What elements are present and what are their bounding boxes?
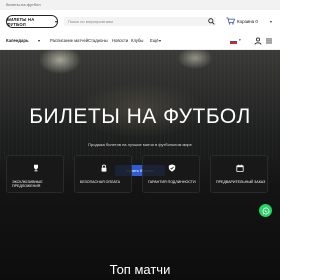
feature-card-authenticity: ГАРАНТИЯ ПОДЛИННОСТИ: [142, 155, 200, 193]
top-bar: билеты-на-футбол: [0, 0, 280, 10]
nav-item-stadiums[interactable]: Стадионы: [88, 38, 108, 43]
feature-label: БЕЗОПАСНАЯ ОПЛАТА: [80, 180, 121, 184]
lock-icon: [101, 164, 107, 172]
header: БИЛЕТЫ НА ФУТБОЛ ▾ Корзина 0 ▾: [0, 10, 280, 32]
logo-text: БИЛЕТЫ НА ФУТБОЛ: [7, 16, 35, 27]
chevron-down-icon[interactable]: ▾: [159, 38, 161, 43]
shield-icon: [168, 164, 176, 172]
section-title: Топ матчи: [109, 262, 171, 277]
search-input[interactable]: [64, 17, 216, 26]
hero-subtitle: Продажа билетов на лучшие матчи в футбол…: [88, 142, 192, 147]
cart-label[interactable]: Корзина 0: [237, 19, 258, 24]
user-icon[interactable]: [254, 37, 262, 45]
calendar-icon: [236, 164, 244, 172]
nav-item-news[interactable]: Новости: [112, 38, 128, 43]
menu-icon[interactable]: [266, 38, 272, 44]
cart-icon[interactable]: [226, 17, 235, 25]
nav-item-calendar[interactable]: Календарь: [6, 38, 29, 43]
feature-label: ПРЕДВАРИТЕЛЬНЫЙ ЗАКАЗ: [216, 180, 266, 184]
site-logo[interactable]: БИЛЕТЫ НА ФУТБОЛ ▾: [6, 15, 58, 28]
feature-card-secure-payment: БЕЗОПАСНАЯ ОПЛАТА: [74, 155, 132, 193]
feature-card-exclusive: ЭКСКЛЮЗИВНЫЕ ПРЕДЛОЖЕНИЯ: [6, 155, 64, 193]
top-bar-text: билеты-на-футбол: [6, 2, 41, 7]
feature-label: ЭКСКЛЮЗИВНЫЕ ПРЕДЛОЖЕНИЯ: [12, 180, 43, 189]
nav-item-more[interactable]: Ещё: [150, 38, 159, 43]
chevron-down-icon[interactable]: ▾: [38, 38, 40, 43]
whatsapp-button[interactable]: [259, 204, 272, 217]
whatsapp-icon: [262, 207, 269, 214]
nav-item-schedule[interactable]: Расписание матчей: [50, 38, 88, 43]
feature-label: ГАРАНТИЯ ПОДЛИННОСТИ: [148, 180, 196, 184]
feature-card-preorder: ПРЕДВАРИТЕЛЬНЫЙ ЗАКАЗ: [210, 155, 268, 193]
hero-title: БИЛЕТЫ НА ФУТБОЛ: [29, 105, 251, 128]
main-nav: Календарь ▾ Расписание матчей Стадионы Н…: [0, 32, 280, 50]
language-flag-icon[interactable]: [230, 39, 237, 44]
chevron-down-icon[interactable]: ▾: [239, 38, 241, 42]
trophy-icon: [34, 164, 38, 172]
search-icon[interactable]: [208, 18, 215, 25]
chevron-down-icon[interactable]: ▾: [270, 19, 272, 24]
chevron-down-icon: ▾: [54, 19, 57, 24]
nav-item-clubs[interactable]: Клубы: [131, 38, 143, 43]
